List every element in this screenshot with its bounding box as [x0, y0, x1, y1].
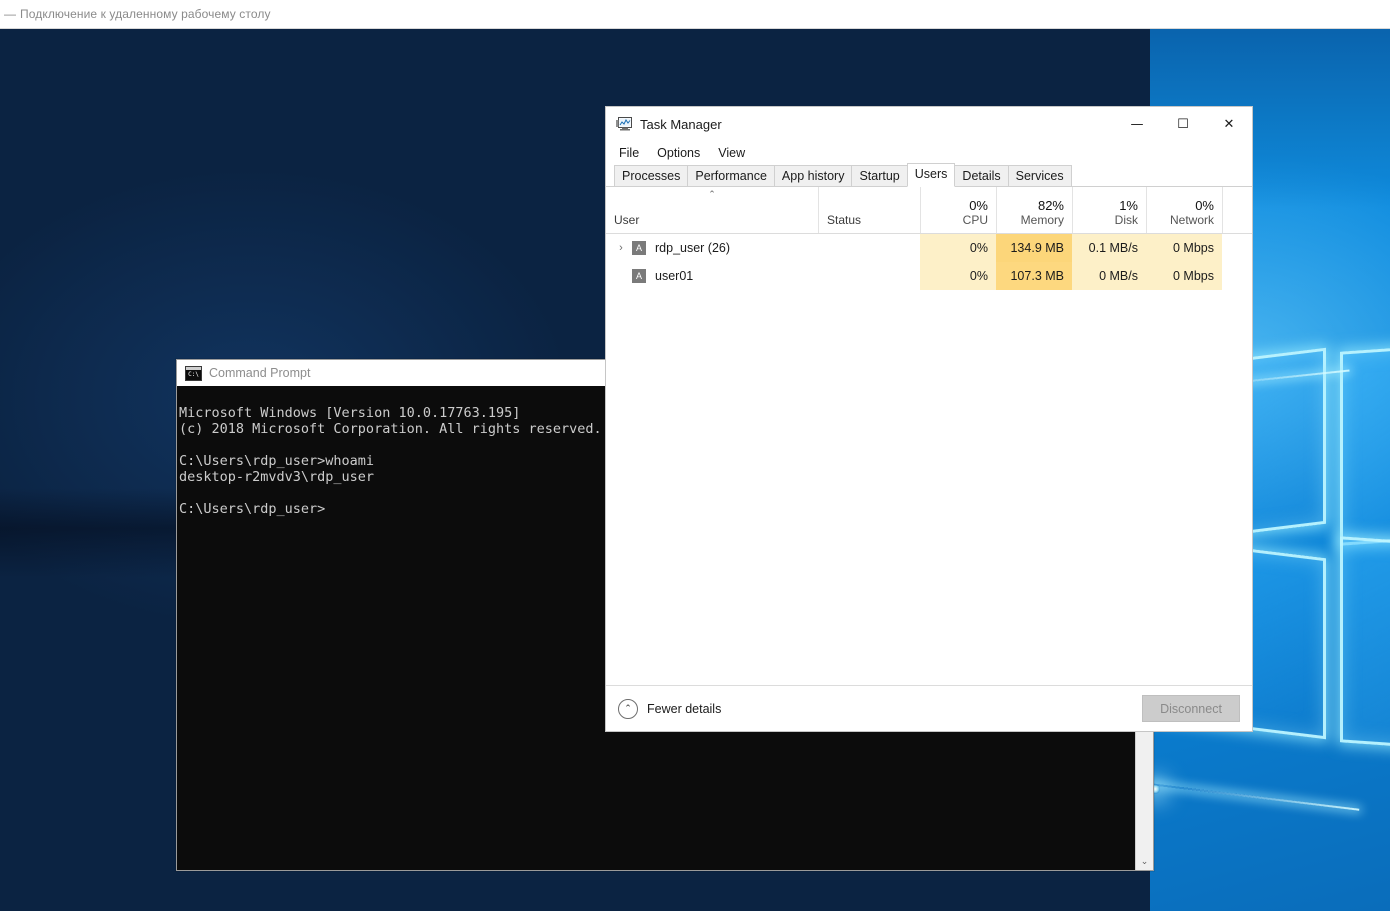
cell-memory: 134.9 MB [996, 234, 1072, 262]
users-panel: ⌃ User Status 0% CPU 82% Memory 1% Disk … [606, 187, 1252, 685]
windows-logo-pane-top-right [1340, 328, 1390, 546]
column-header-network[interactable]: 0% Network [1146, 187, 1222, 233]
cell-network: 0 Mbps [1146, 262, 1222, 290]
tab-details[interactable]: Details [954, 165, 1009, 187]
cell-filler [1222, 262, 1252, 290]
chevron-up-circle-icon: ⌃ [618, 698, 638, 719]
user-account-icon: А [632, 241, 646, 255]
column-header-filler [1222, 187, 1252, 233]
task-manager-tabs: Processes Performance App history Startu… [606, 163, 1252, 187]
column-header-disk-label: Disk [1114, 213, 1138, 227]
tab-startup[interactable]: Startup [851, 165, 908, 187]
close-button[interactable]: ✕ [1206, 107, 1252, 141]
user-account-icon: А [632, 269, 646, 283]
disconnect-button[interactable]: Disconnect [1142, 695, 1240, 722]
task-manager-title: Task Manager [640, 116, 722, 132]
menu-item-file[interactable]: File [619, 146, 639, 160]
fewer-details-button[interactable]: ⌃ Fewer details [618, 698, 722, 719]
column-header-user-label: User [614, 213, 640, 227]
cell-disk: 0 MB/s [1072, 262, 1146, 290]
table-row[interactable]: › А rdp_user (26) 0% 134.9 MB 0.1 MB/s 0… [606, 234, 1252, 262]
column-header-status-label: Status [827, 213, 862, 227]
network-total-percent: 0% [1195, 198, 1214, 213]
cell-filler [1222, 234, 1252, 262]
column-header-status[interactable]: Status [818, 187, 920, 233]
cmd-icon: C:\ [185, 365, 202, 381]
cell-status [818, 262, 920, 290]
task-manager-icon [616, 117, 632, 131]
cell-disk: 0.1 MB/s [1072, 234, 1146, 262]
tab-users[interactable]: Users [906, 163, 956, 187]
task-manager-menubar: File Options View [606, 141, 1252, 165]
column-header-cpu-label: CPU [962, 213, 988, 227]
cell-cpu: 0% [920, 234, 996, 262]
expand-row-chevron-icon[interactable]: › [610, 242, 632, 254]
rdp-connection-bar: — Подключение к удаленному рабочему стол… [0, 0, 1390, 29]
task-manager-footer: ⌃ Fewer details Disconnect [606, 685, 1252, 731]
cell-network: 0 Mbps [1146, 234, 1222, 262]
cell-user[interactable]: › А rdp_user (26) [606, 234, 818, 262]
window-controls: — ☐ ✕ [1114, 107, 1252, 141]
menu-item-options[interactable]: Options [657, 146, 700, 160]
users-table-header: ⌃ User Status 0% CPU 82% Memory 1% Disk … [606, 187, 1252, 234]
rdp-connection-title: Подключение к удаленному рабочему столу [20, 7, 271, 21]
cell-user[interactable]: А user01 [606, 262, 818, 290]
minimize-button[interactable]: — [1114, 107, 1160, 141]
task-manager-titlebar[interactable]: Task Manager — ☐ ✕ [606, 107, 1252, 141]
windows-logo-pane-bottom-right [1340, 536, 1390, 766]
table-row[interactable]: А user01 0% 107.3 MB 0 MB/s 0 Mbps [606, 262, 1252, 290]
cell-memory: 107.3 MB [996, 262, 1072, 290]
column-header-memory[interactable]: 82% Memory [996, 187, 1072, 233]
fewer-details-label: Fewer details [647, 701, 722, 716]
rdp-dash-icon: — [4, 7, 16, 21]
tab-services[interactable]: Services [1007, 165, 1072, 187]
column-header-network-label: Network [1169, 213, 1214, 227]
scroll-down-arrow-icon[interactable]: ⌄ [1136, 853, 1153, 870]
column-header-user[interactable]: ⌃ User [606, 187, 818, 233]
command-prompt-title: Command Prompt [209, 366, 311, 380]
cpu-total-percent: 0% [969, 198, 988, 213]
cmd-icon-glyph: C:\ [188, 370, 199, 378]
column-header-cpu[interactable]: 0% CPU [920, 187, 996, 233]
cell-user-label: user01 [655, 269, 694, 283]
task-manager-window[interactable]: Task Manager — ☐ ✕ File Options View Pro… [605, 106, 1253, 732]
memory-total-percent: 82% [1037, 198, 1064, 213]
cell-status [818, 234, 920, 262]
menu-item-view[interactable]: View [718, 146, 745, 160]
cell-user-label: rdp_user (26) [655, 241, 731, 255]
maximize-button[interactable]: ☐ [1160, 107, 1206, 141]
tab-performance[interactable]: Performance [687, 165, 775, 187]
column-header-memory-label: Memory [1020, 213, 1064, 227]
disk-total-percent: 1% [1119, 198, 1138, 213]
column-header-disk[interactable]: 1% Disk [1072, 187, 1146, 233]
cell-cpu: 0% [920, 262, 996, 290]
sort-ascending-icon: ⌃ [708, 189, 716, 199]
tab-app-history[interactable]: App history [773, 165, 853, 187]
tab-processes[interactable]: Processes [614, 165, 689, 187]
